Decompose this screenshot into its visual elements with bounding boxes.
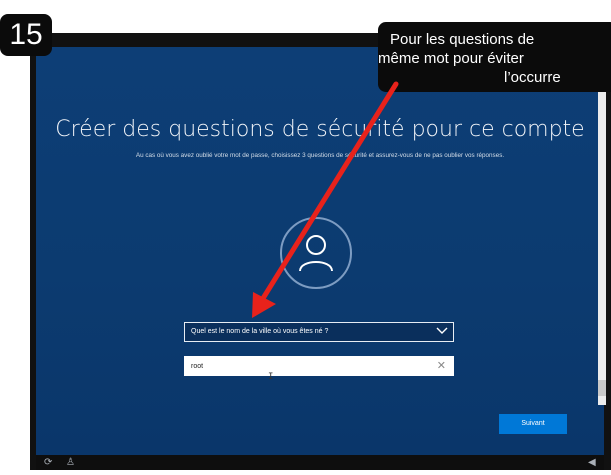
user-avatar-icon bbox=[280, 217, 352, 289]
user-icon bbox=[299, 235, 333, 272]
instruction-callout: Pour les questions de même mot pour évit… bbox=[378, 22, 611, 92]
volume-icon[interactable]: ◀ bbox=[588, 455, 596, 470]
ease-of-access-icon[interactable]: ⟳ bbox=[44, 455, 52, 470]
callout-line-2: même mot pour éviter bbox=[378, 50, 524, 67]
chevron-down-icon bbox=[436, 327, 448, 334]
security-question-value: Quel est le nom de la ville où vous êtes… bbox=[191, 328, 329, 335]
oobe-screen: Créer des questions de sécurité pour ce … bbox=[36, 47, 604, 455]
security-answer-value: root bbox=[191, 363, 204, 370]
page-title: Créer des questions de sécurité pour ce … bbox=[55, 117, 585, 142]
scrollbar-thumb[interactable] bbox=[598, 380, 606, 396]
microphone-icon[interactable]: ♙ bbox=[66, 455, 75, 470]
step-number-badge: 15 bbox=[0, 14, 52, 56]
scrollbar[interactable] bbox=[598, 90, 606, 405]
callout-line-3: l’occurre bbox=[504, 69, 561, 86]
text-cursor-icon: I bbox=[268, 372, 274, 382]
taskbar: ⟳ ♙ ◀ bbox=[36, 455, 604, 470]
page-subtitle: Au cas où vous avez oublié votre mot de … bbox=[135, 152, 505, 159]
security-answer-input[interactable]: root ✕ bbox=[184, 356, 454, 376]
security-question-dropdown[interactable]: Quel est le nom de la ville où vous êtes… bbox=[184, 322, 454, 342]
callout-line-1: Pour les questions de bbox=[390, 31, 535, 48]
next-button[interactable]: Suivant bbox=[499, 414, 567, 434]
close-icon[interactable]: ✕ bbox=[437, 357, 446, 376]
